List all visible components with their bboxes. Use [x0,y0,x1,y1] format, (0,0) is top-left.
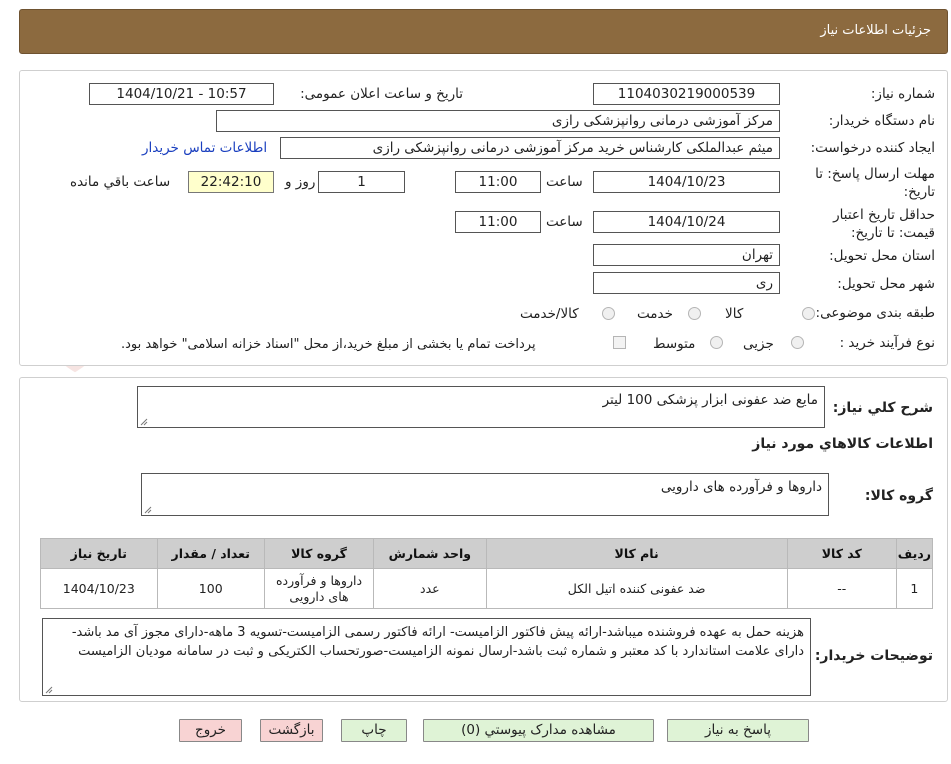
resize-grip-icon[interactable] [140,418,148,426]
need-number-label: شماره نیاز: [870,86,935,102]
cell-qty: 100 [156,568,265,609]
col-unit: واحد شمارش [373,538,487,569]
need-number-field: 1104030219000539 [593,83,780,105]
category-goods-label: کالا [725,306,744,322]
process-small-radio[interactable] [791,336,804,349]
cell-group: داروها و فرآورده های دارویی [263,568,375,609]
col-code: کد کالا [786,538,897,569]
category-service-label: خدمت [637,306,673,322]
cell-unit: عدد [373,568,487,609]
cell-row: 1 [895,568,934,609]
category-goods-radio[interactable] [802,307,815,320]
city-label: شهر محل تحویل: [837,276,935,292]
category-service-radio[interactable] [688,307,701,320]
remaining-word: ساعت باقي مانده [70,174,171,190]
creator-field: میثم عبدالملکی کارشناس خرید مرکز آموزشی … [280,137,780,159]
exit-button[interactable]: خروج [179,719,242,742]
goods-info-title: اطلاعات کالاهاي مورد نياز [752,436,933,452]
province-field: تهران [593,244,780,266]
announce-field: 1404/10/21 - 10:57 [89,83,274,105]
summary-label: شرح کلي نياز: [832,400,933,416]
back-button[interactable]: بازگشت [260,719,323,742]
goods-group-label: گروه کالا: [864,488,933,504]
page-title: جزئیات اطلاعات نیاز [820,23,931,38]
category-both-radio[interactable] [602,307,615,320]
resize-grip-icon[interactable] [144,506,152,514]
buyer-notes-field: هزینه حمل به عهده فروشنده میباشد-ارائه پ… [42,618,811,696]
resize-grip-icon[interactable] [45,686,53,694]
validity-date-field: 1404/10/24 [593,211,780,233]
treasury-payment-checkbox[interactable] [613,336,626,349]
summary-text: مایع ضد عفونی ابزار پزشکی 100 لیتر [602,392,818,408]
col-group: گروه کالا [263,538,375,569]
goods-group-text: داروها و فرآورده های دارویی [660,479,822,495]
cell-name: ضد عفونی کننده اتیل الکل [485,568,788,609]
validity-time-word: ساعت [546,214,583,230]
process-label: نوع فرآیند خرید : [839,335,935,351]
view-attachments-button[interactable]: مشاهده مدارک پیوستي (0) [423,719,654,742]
creator-label: ایجاد کننده درخواست: [810,140,935,156]
table-header-row: ردیف کد کالا نام کالا واحد شمارش گروه کا… [40,538,934,569]
validity-label: حداقل تاریخ اعتبار [833,207,935,223]
deadline-time-field: 11:00 [455,171,541,193]
reply-button[interactable]: پاسخ به نیاز [667,719,809,742]
cell-code: -- [786,568,897,609]
print-button[interactable]: چاپ [341,719,407,742]
col-qty: تعداد / مقدار [156,538,265,569]
category-label: طبقه بندی موضوعی: [815,305,935,321]
col-date: تاریخ نیاز [40,538,158,569]
cell-date: 1404/10/23 [40,568,158,609]
deadline-label: مهلت ارسال پاسخ: تا [815,166,935,182]
deadline-time-word: ساعت [546,174,583,190]
validity-label-2: قیمت: تا تاریخ: [851,225,935,241]
process-medium-label: متوسط [653,336,696,352]
goods-group-field: داروها و فرآورده های دارویی [141,473,829,516]
table-row: 1 -- ضد عفونی کننده اتیل الکل عدد داروها… [40,568,934,609]
treasury-payment-note: پرداخت تمام یا بخشی از مبلغ خرید،از محل … [121,337,536,352]
deadline-date-field: 1404/10/23 [593,171,780,193]
page-header: جزئیات اطلاعات نیاز [19,9,948,54]
process-small-label: جزیی [743,336,774,352]
buyer-notes-text: هزینه حمل به عهده فروشنده میباشد-ارائه پ… [71,625,804,659]
days-field: 1 [318,171,405,193]
items-table: ردیف کد کالا نام کالا واحد شمارش گروه کا… [40,538,934,609]
days-word: روز و [285,174,316,190]
col-row: ردیف [895,538,934,569]
announce-label: تاریخ و ساعت اعلان عمومی: [300,86,463,102]
province-label: استان محل تحویل: [829,248,935,264]
city-field: ری [593,272,780,294]
summary-field: مایع ضد عفونی ابزار پزشکی 100 لیتر [137,386,825,428]
remaining-time-field: 22:42:10 [188,171,274,193]
buyer-contact-link[interactable]: اطلاعات تماس خریدار [142,140,267,156]
buyer-org-field: مرکز آموزشی درمانی روانپزشکی رازی [216,110,780,132]
validity-time-field: 11:00 [455,211,541,233]
col-name: نام کالا [485,538,788,569]
process-medium-radio[interactable] [710,336,723,349]
deadline-label-2: تاریخ: [903,184,935,200]
buyer-org-label: نام دستگاه خریدار: [828,113,935,129]
category-both-label: کالا/خدمت [520,306,579,322]
buyer-notes-label: توضیحات خریدار: [814,648,933,664]
